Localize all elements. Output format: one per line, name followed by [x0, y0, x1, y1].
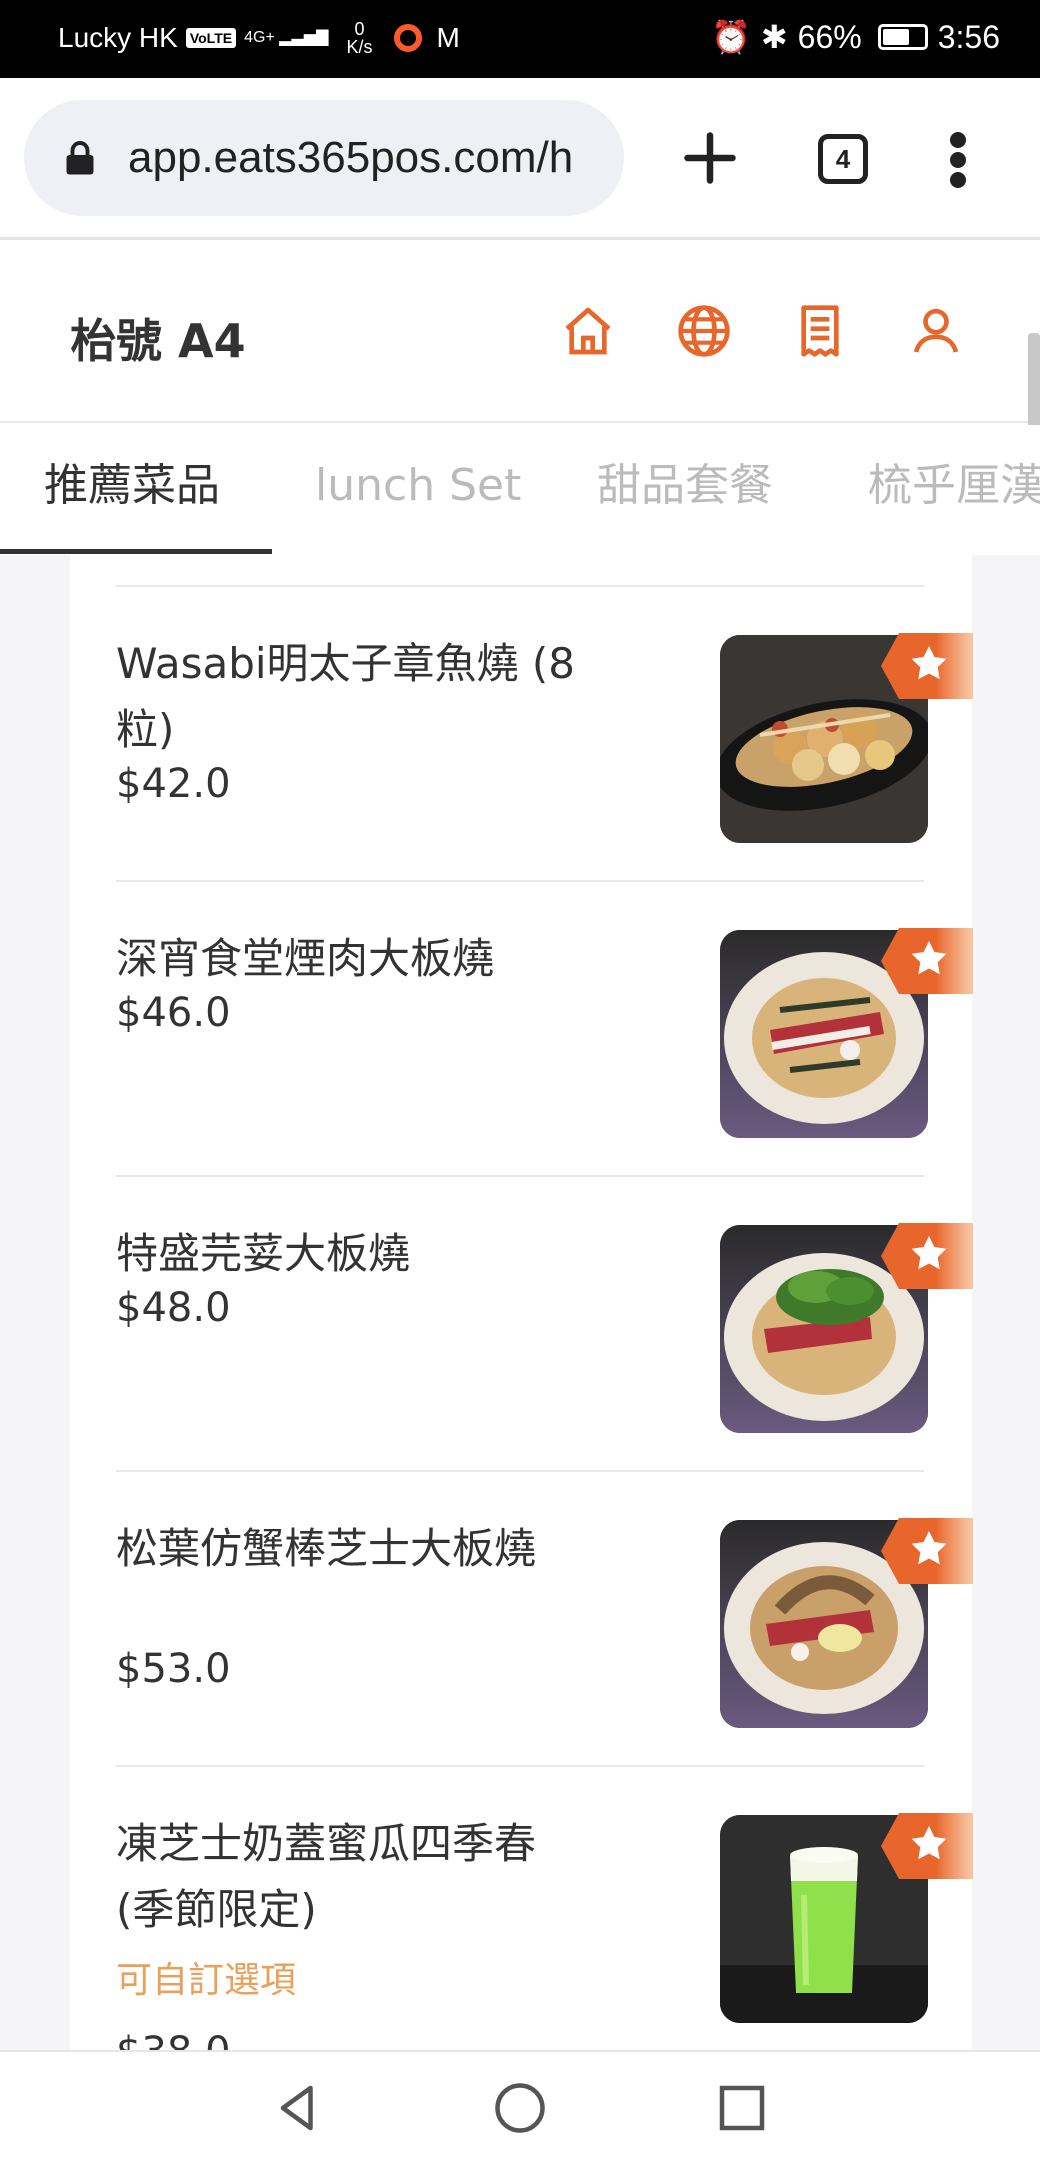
bluetooth-icon: ✱ [760, 19, 788, 55]
item-name: 特盛芫荽大板燒 [116, 1229, 411, 1278]
menu-item[interactable]: 凍芝士奶蓋蜜瓜四季春 (季節限定) 可自訂選項 $38.0 [116, 1765, 973, 2050]
item-price: $46.0 [116, 990, 231, 1036]
globe-icon[interactable] [676, 303, 732, 359]
tab-count: 4 [835, 143, 851, 174]
browser-toolbar: app.eats365pos.com/h 4 [0, 78, 1040, 240]
status-bar: Lucky HK VoLTE 4G+ ▂▃▅▇ 0 K/s M ⏰ ✱ 66% 3… [0, 0, 1040, 78]
more-menu-icon[interactable] [946, 130, 970, 190]
tab-souffle[interactable]: 梳乎厘漢 [868, 425, 1040, 555]
url-text: app.eats365pos.com/h [128, 133, 574, 182]
star-icon [881, 1813, 973, 1879]
menu-item[interactable]: 松葉仿蟹棒芝士大板燒 $53.0 [116, 1470, 973, 1765]
network-type: 4G+ [244, 29, 275, 46]
mail-icon: M [436, 22, 460, 53]
app-header: 枱號 A4 [0, 243, 1040, 423]
menu-content: Wasabi明太子章魚燒 (8粒) $42.0 深宵食堂煙肉大板燒 $46.0 [0, 555, 1040, 2050]
notification-ring-icon [394, 24, 423, 52]
signal-icon: 4G+ ▂▃▅▇ [244, 29, 329, 46]
tab-switcher-button[interactable]: 4 [818, 134, 868, 184]
new-tab-icon[interactable] [680, 128, 740, 188]
user-icon[interactable] [908, 303, 964, 359]
item-price: $38.0 [116, 2029, 231, 2050]
network-speed: 0 K/s [346, 20, 372, 56]
menu-item[interactable]: 特盛芫荽大板燒 $48.0 [116, 1175, 973, 1470]
battery-percent: 66% [797, 18, 862, 55]
home-circle-icon[interactable] [490, 2078, 550, 2138]
active-tab-indicator [0, 549, 272, 554]
item-price: $42.0 [116, 761, 231, 807]
item-price: $53.0 [116, 1646, 231, 1692]
item-price: $48.0 [116, 1285, 231, 1331]
item-name: 凍芝士奶蓋蜜瓜四季春 (季節限定) [116, 1819, 537, 1934]
menu-item[interactable]: Wasabi明太子章魚燒 (8粒) $42.0 [116, 585, 973, 880]
carrier-name: Lucky HK [58, 22, 178, 53]
menu-card: Wasabi明太子章魚燒 (8粒) $42.0 深宵食堂煙肉大板燒 $46.0 [70, 555, 973, 2050]
customizable-option-label: 可自訂選項 [116, 1960, 297, 2001]
recents-icon[interactable] [712, 2078, 772, 2138]
tab-recommended[interactable]: 推薦菜品 [44, 425, 220, 555]
star-icon [881, 928, 973, 994]
page-scrollbar[interactable] [1028, 333, 1040, 433]
clock: 3:56 [937, 18, 1000, 55]
item-name: 深宵食堂煙肉大板燒 [116, 934, 495, 983]
volte-badge: VoLTE [185, 28, 237, 48]
menu-item[interactable]: 深宵食堂煙肉大板燒 $46.0 [116, 880, 973, 1175]
tab-lunch-set[interactable]: lunch Set [315, 425, 521, 555]
star-icon [881, 1518, 973, 1584]
url-bar[interactable]: app.eats365pos.com/h [24, 100, 624, 216]
battery-icon [877, 24, 928, 50]
receipt-icon[interactable] [792, 303, 848, 359]
star-icon [881, 633, 973, 699]
lock-icon [66, 141, 94, 175]
table-number: 枱號 A4 [70, 314, 246, 368]
item-name: 松葉仿蟹棒芝士大板燒 [116, 1524, 537, 1573]
category-tabs: 推薦菜品 lunch Set 甜品套餐 梳乎厘漢 [0, 425, 1040, 555]
item-name: Wasabi明太子章魚燒 (8粒) [116, 639, 575, 754]
speed-unit: K/s [346, 37, 373, 57]
tab-dessert-set[interactable]: 甜品套餐 [597, 425, 773, 555]
star-icon [881, 1223, 973, 1289]
system-navigation-bar [0, 2050, 1040, 2160]
home-icon[interactable] [560, 303, 616, 359]
alarm-icon: ⏰ [711, 19, 751, 55]
speed-value: 0 [354, 19, 365, 39]
back-icon[interactable] [268, 2078, 328, 2138]
